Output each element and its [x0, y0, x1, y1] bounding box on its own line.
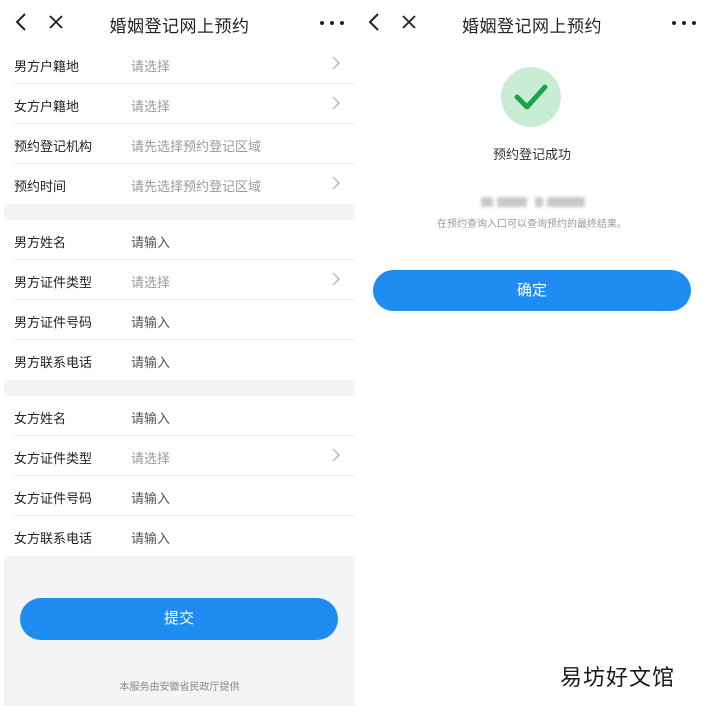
more-dots-icon[interactable]	[669, 10, 699, 34]
form-row[interactable]: 男方联系电话 请输入	[4, 340, 355, 380]
field-label: 女方证件号码	[14, 491, 93, 506]
form-row[interactable]: 男方证件类型 请选择	[4, 260, 355, 300]
chevron-right-icon	[331, 95, 345, 111]
success-screen: 婚姻登记网上预约 预约登记成功 在预约查询入口可以查询预约的最终结果。 确定	[357, 0, 707, 706]
text-input-field[interactable]: 请输入	[131, 488, 170, 507]
field-label: 男方户籍地	[14, 59, 80, 74]
success-badge	[501, 67, 561, 127]
field-label: 女方户籍地	[14, 99, 80, 114]
back-icon[interactable]	[10, 10, 34, 34]
select-field[interactable]: 请选择	[131, 448, 170, 467]
chevron-right-icon	[331, 271, 345, 287]
form-groups: 男方户籍地 请选择 女方户籍地 请选择 预约登记机构 请先选择预约登记区域 预约时间 请先选择…	[4, 44, 355, 556]
watermark: 易坊好文馆	[560, 665, 676, 690]
select-field[interactable]: 请选择	[131, 272, 170, 291]
field-label: 预约时间	[14, 179, 67, 194]
checkmark-icon	[514, 84, 548, 110]
form-row[interactable]: 女方证件号码 请输入	[4, 476, 355, 516]
form-row[interactable]: 女方联系电话 请输入	[4, 516, 355, 556]
form-section: 男方姓名 请输入 男方证件类型 请选择 男方证件号码 请输入 男方联系电话 请输入	[4, 220, 355, 380]
service-provider-note: 本服务由安徽省民政厅提供	[119, 682, 240, 693]
success-title: 预约登记成功	[492, 147, 571, 162]
redacted-text	[481, 194, 586, 210]
select-field[interactable]: 请先选择预约登记区域	[131, 136, 261, 155]
more-dots-icon[interactable]	[317, 10, 347, 34]
form-row[interactable]: 男方户籍地 请选择	[4, 44, 355, 84]
close-icon[interactable]	[397, 10, 421, 34]
text-input-field[interactable]: 请输入	[131, 528, 170, 547]
section-divider	[4, 204, 355, 220]
form-section: 男方户籍地 请选择 女方户籍地 请选择 预约登记机构 请先选择预约登记区域 预约时间 请先选择…	[4, 44, 355, 204]
field-label: 女方证件类型	[14, 451, 93, 466]
select-field[interactable]: 请先选择预约登记区域	[131, 176, 261, 195]
text-input-field[interactable]: 请输入	[131, 352, 170, 371]
field-label: 男方联系电话	[14, 355, 93, 370]
select-field[interactable]: 请选择	[131, 56, 170, 75]
field-label: 男方证件类型	[14, 275, 93, 290]
select-field[interactable]: 请选择	[131, 96, 170, 115]
field-label: 男方证件号码	[14, 315, 93, 330]
submit-button[interactable]: 提交	[20, 598, 338, 640]
form-row[interactable]: 女方证件类型 请选择	[4, 436, 355, 476]
close-icon[interactable]	[44, 10, 68, 34]
chevron-right-icon	[331, 175, 345, 191]
form-row[interactable]: 女方户籍地 请选择	[4, 84, 355, 124]
form-row[interactable]: 男方姓名 请输入	[4, 220, 355, 260]
navigation-bar: 婚姻登记网上预约	[357, 0, 707, 44]
form-row[interactable]: 男方证件号码 请输入	[4, 300, 355, 340]
form-row[interactable]: 预约登记机构 请先选择预约登记区域	[4, 124, 355, 164]
form-row[interactable]: 女方姓名 请输入	[4, 396, 355, 436]
confirm-button[interactable]: 确定	[373, 270, 691, 311]
text-input-field[interactable]: 请输入	[131, 232, 170, 251]
navigation-bar: 婚姻登记网上预约	[4, 0, 355, 44]
text-input-field[interactable]: 请输入	[131, 408, 170, 427]
query-hint: 在预约查询入口可以查询预约的最终结果。	[437, 219, 627, 230]
text-input-field[interactable]: 请输入	[131, 312, 170, 331]
field-label: 女方联系电话	[14, 531, 93, 546]
field-label: 女方姓名	[14, 411, 67, 426]
chevron-right-icon	[331, 55, 345, 71]
field-label: 男方姓名	[14, 235, 67, 250]
chevron-right-icon	[331, 447, 345, 463]
registration-form-screen: 婚姻登记网上预约 男方户籍地 请选择 女方户籍地 请选择 预约登记机构 请先选择预约登记区…	[4, 0, 355, 706]
back-icon[interactable]	[363, 10, 387, 34]
form-section: 女方姓名 请输入 女方证件类型 请选择 女方证件号码 请输入 女方联系电话 请输入	[4, 396, 355, 556]
section-divider	[4, 380, 355, 396]
field-label: 预约登记机构	[14, 139, 93, 154]
form-row[interactable]: 预约时间 请先选择预约登记区域	[4, 164, 355, 204]
